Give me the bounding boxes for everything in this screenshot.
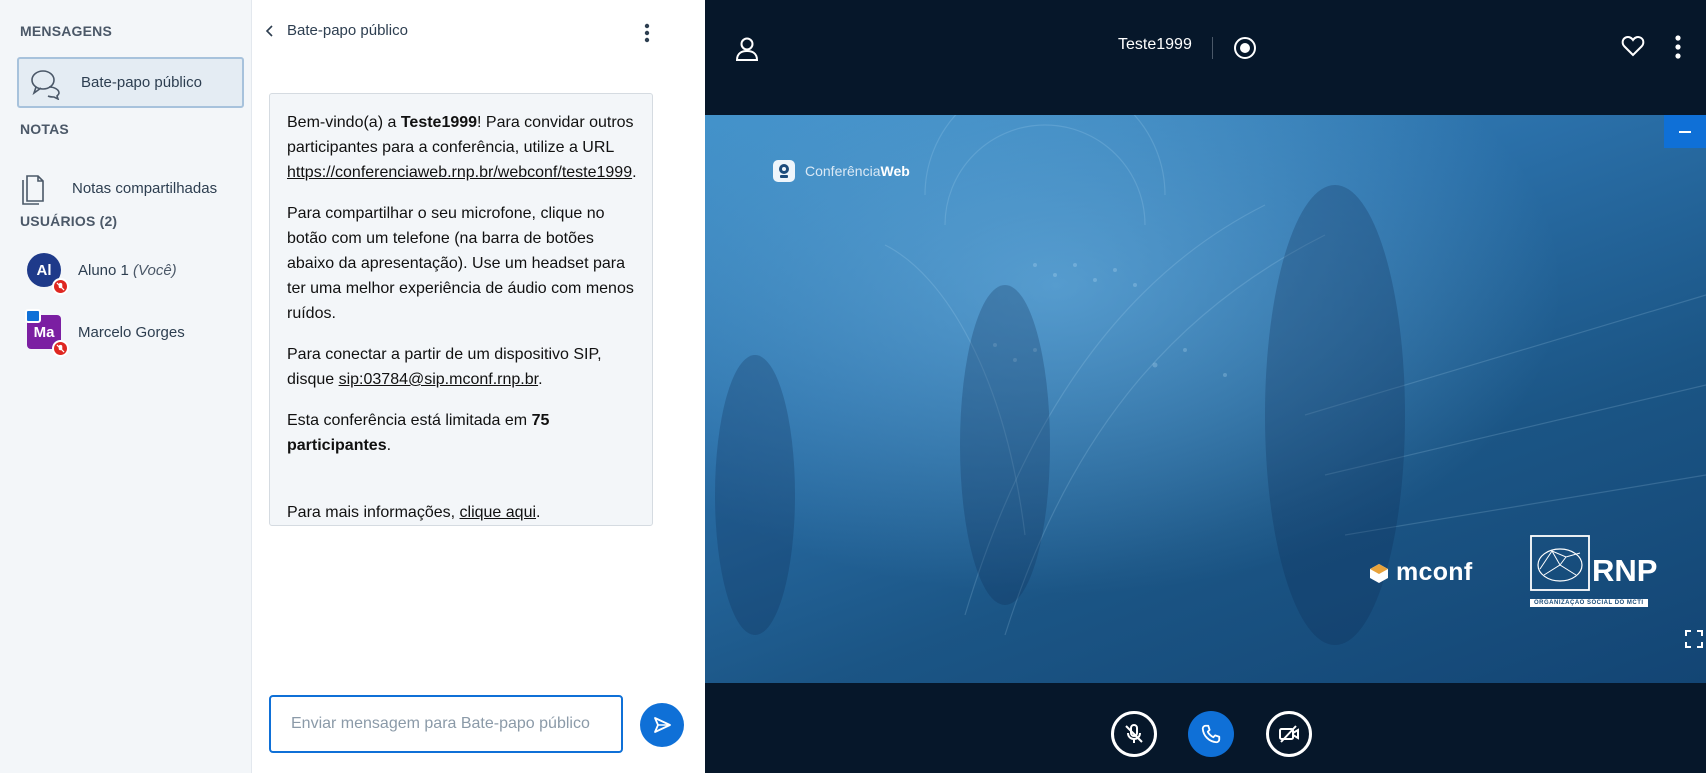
message-input[interactable] <box>289 714 613 734</box>
welcome-text: Bem-vindo(a) a <box>287 114 401 131</box>
more-info-text: Para mais informações, <box>287 504 460 521</box>
minus-icon <box>1679 130 1691 133</box>
record-icon[interactable] <box>1233 36 1257 60</box>
notes-section-title: NOTAS <box>20 121 69 137</box>
microphone-instructions: Para compartilhar o seu microfone, cliqu… <box>287 205 634 322</box>
unmute-button[interactable] <box>1111 711 1157 757</box>
chevron-left-icon <box>265 24 273 37</box>
user-list-toggle-icon[interactable] <box>735 36 759 62</box>
mic-off-icon <box>1125 724 1143 743</box>
heart-icon[interactable] <box>1621 35 1645 57</box>
rnp-globe-icon <box>1530 535 1590 591</box>
chat-bubbles-icon <box>31 69 60 100</box>
meeting-name: Teste1999 <box>400 114 478 131</box>
top-bar: Teste1999 <box>705 0 1706 106</box>
user-list-item[interactable]: Ma Marcelo Gorges <box>25 309 185 357</box>
user-name: Marcelo Gorges <box>78 324 185 341</box>
leave-audio-button[interactable] <box>1188 711 1234 757</box>
sidebar-item-public-chat[interactable]: Bate-papo público <box>17 57 244 108</box>
user-name-text: Aluno 1 <box>78 261 129 279</box>
conferenciaweb-logo: ConferênciaWeb <box>773 160 910 182</box>
presentation-slide: ConferênciaWeb mconf RNP ORGANIZAÇÃO SOC… <box>705 115 1706 683</box>
messages-section-title: MENSAGENS <box>20 23 113 39</box>
invite-url-link[interactable]: https://conferenciaweb.rnp.br/webconf/te… <box>287 164 632 181</box>
current-user-tag: (Você) <box>133 261 177 279</box>
limit-paragraph: Esta conferência está limitada em 75 par… <box>287 408 638 458</box>
muted-mic-icon <box>52 340 69 357</box>
logo-text-bold: Web <box>880 163 910 179</box>
more-info-text: . <box>536 504 541 521</box>
user-name-text: Marcelo Gorges <box>78 323 185 341</box>
document-icon <box>22 175 44 205</box>
action-bar <box>705 683 1706 773</box>
sidebar-item-shared-notes[interactable]: Notas compartilhadas <box>18 163 248 213</box>
user-list-item[interactable]: Al Aluno 1 (Você) <box>27 253 177 295</box>
rnp-logo-text: RNP <box>1592 553 1658 588</box>
main-area: Teste1999 ConferênciaWeb mconf RNP ORGAN… <box>705 0 1706 773</box>
public-chat-label: Bate-papo público <box>81 74 202 91</box>
avatar: Al <box>27 253 69 295</box>
presenter-icon <box>25 309 41 323</box>
sip-text: . <box>538 371 543 388</box>
welcome-paragraph: Bem-vindo(a) a Teste1999! Para convidar … <box>287 110 638 185</box>
sip-paragraph: Para conectar a partir de um dispositivo… <box>287 342 638 392</box>
divider <box>1212 37 1213 59</box>
muted-mic-icon <box>52 278 69 295</box>
mconf-logo: mconf <box>1368 558 1473 587</box>
more-info-link[interactable]: clique aqui <box>460 504 537 521</box>
conferenciaweb-logo-text: ConferênciaWeb <box>805 163 910 179</box>
send-icon <box>654 717 671 733</box>
more-info-paragraph: Para mais informações, clique aqui. <box>287 500 638 525</box>
avatar-initials: Ma <box>33 323 55 341</box>
chat-panel: Bate-papo público Bem-vindo(a) a Teste19… <box>252 0 684 773</box>
limit-text: . <box>386 437 392 454</box>
avatar: Ma <box>25 309 69 357</box>
limit-text: Esta conferência está limitada em <box>287 412 532 429</box>
meeting-title: Teste1999 <box>1118 36 1192 53</box>
minimize-presentation-button[interactable] <box>1664 115 1706 148</box>
camera-off-icon <box>1279 725 1299 743</box>
welcome-text: . <box>632 164 637 181</box>
chat-options-icon[interactable] <box>640 22 654 44</box>
options-icon[interactable] <box>1673 33 1683 61</box>
mconf-cube-icon <box>1370 563 1388 583</box>
chat-title: Bate-papo público <box>287 22 408 39</box>
mconf-logo-text: mconf <box>1396 558 1473 586</box>
message-input-wrapper <box>269 695 623 753</box>
welcome-message: Bem-vindo(a) a Teste1999! Para convidar … <box>269 93 653 526</box>
send-message-button[interactable] <box>640 703 684 747</box>
user-name: Aluno 1 (Você) <box>78 262 177 279</box>
users-section-title: USUÁRIOS (2) <box>20 213 118 229</box>
phone-icon <box>1201 724 1221 744</box>
shared-notes-label: Notas compartilhadas <box>72 179 218 197</box>
logo-text: Conferência <box>805 163 881 179</box>
sip-link[interactable]: sip:03784@sip.mconf.rnp.br <box>339 371 538 388</box>
fullscreen-icon[interactable] <box>1682 627 1706 651</box>
chat-back-button[interactable]: Bate-papo público <box>263 22 408 39</box>
share-webcam-button[interactable] <box>1266 711 1312 757</box>
avatar-initials: Al <box>36 261 52 279</box>
webcam-icon <box>773 160 795 182</box>
sidebar: MENSAGENS Bate-papo público NOTAS Notas … <box>0 0 252 773</box>
rnp-logo: RNP ORGANIZAÇÃO SOCIAL DO MCTI <box>1530 535 1657 609</box>
rnp-subtitle: ORGANIZAÇÃO SOCIAL DO MCTI <box>1530 599 1648 607</box>
